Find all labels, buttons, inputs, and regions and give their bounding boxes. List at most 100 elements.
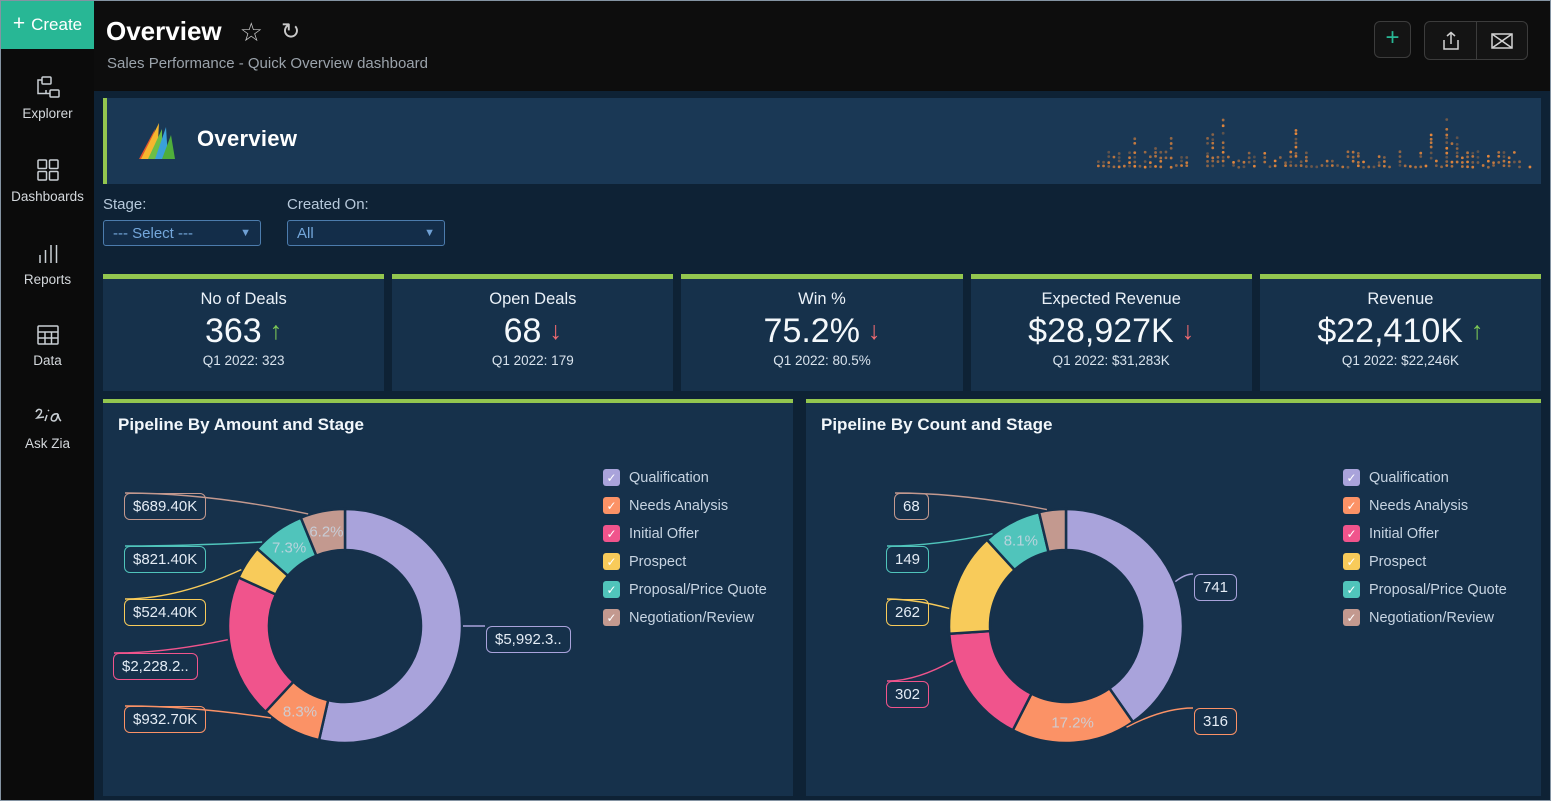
kpi-title: Revenue <box>1260 290 1541 309</box>
kpi-comparison: Q1 2022: 179 <box>392 353 673 368</box>
legend-item-proposal-price-quote[interactable]: ✓Proposal/Price Quote <box>1343 581 1507 598</box>
app-window: + Create Explorer Dashboards <box>0 0 1551 801</box>
dashboard-subtitle: Sales Performance - Quick Overview dashb… <box>107 55 428 72</box>
legend-checkbox-icon[interactable]: ✓ <box>1343 609 1360 626</box>
donut-slice-initial-offer[interactable] <box>949 631 1031 730</box>
add-widget-button[interactable]: + <box>1374 21 1411 58</box>
legend-checkbox-icon[interactable]: ✓ <box>1343 497 1360 514</box>
callout-proposal-price-quote: 149 <box>886 546 929 573</box>
chart-title: Pipeline By Amount and Stage <box>118 415 364 435</box>
sidebar-nav: Explorer Dashboards Reports <box>1 49 94 451</box>
callout-prospect: $524.40K <box>124 599 206 626</box>
chart-legend: ✓Qualification ✓Needs Analysis ✓Initial Of… <box>1343 469 1507 637</box>
callout-needs-analysis: $932.70K <box>124 706 206 733</box>
callout-leader-line <box>887 660 953 681</box>
legend-checkbox-icon[interactable]: ✓ <box>603 609 620 626</box>
callout-proposal-price-quote: $821.40K <box>124 546 206 573</box>
legend-checkbox-icon[interactable]: ✓ <box>603 497 620 514</box>
kpi-comparison: Q1 2022: $31,283K <box>971 353 1252 368</box>
kpi-value-row: $28,927K↓ <box>971 312 1252 351</box>
slice-percent-label: 6.2% <box>309 523 343 540</box>
legend-checkbox-icon[interactable]: ✓ <box>1343 553 1360 570</box>
chart-title: Pipeline By Count and Stage <box>821 415 1052 435</box>
stage-select[interactable]: --- Select --- ▼ <box>103 220 261 246</box>
legend-label: Negotiation/Review <box>1369 610 1494 626</box>
plus-icon: + <box>1385 24 1399 52</box>
kpi-card-no-of-deals[interactable]: No of Deals 363↑ Q1 2022: 323 <box>103 274 384 391</box>
kpi-value-row: 363↑ <box>103 312 384 351</box>
kpi-row: No of Deals363↑Q1 2022: 323Open Deals68↓… <box>103 274 1541 391</box>
kpi-value-row: 68↓ <box>392 312 673 351</box>
sidebar-item-explorer[interactable]: Explorer <box>1 75 94 121</box>
kpi-comparison: Q1 2022: 323 <box>103 353 384 368</box>
legend-checkbox-icon[interactable]: ✓ <box>603 553 620 570</box>
ask-zia-icon <box>33 405 63 429</box>
email-button[interactable] <box>1476 22 1527 59</box>
legend-item-negotiation-review[interactable]: ✓ Negotiation/Review <box>1343 609 1507 626</box>
sidebar-item-reports[interactable]: Reports <box>1 241 94 287</box>
created-on-select[interactable]: All ▼ <box>287 220 445 246</box>
callout-qualification: $5,992.3.. <box>486 626 571 653</box>
chevron-down-icon: ▼ <box>240 227 251 239</box>
legend-item-initial-offer[interactable]: ✓Initial Offer <box>1343 525 1507 542</box>
legend-checkbox-icon[interactable]: ✓ <box>1343 469 1360 486</box>
export-button[interactable] <box>1425 22 1476 59</box>
legend-checkbox-icon[interactable]: ✓ <box>603 469 620 486</box>
kpi-value-row: $22,410K ↑ <box>1260 312 1541 351</box>
donut-slice-qualification[interactable] <box>1066 509 1183 722</box>
legend-item-prospect[interactable]: ✓Prospect <box>1343 553 1507 570</box>
kpi-card-open-deals[interactable]: Open Deals68↓Q1 2022: 179 <box>392 274 673 391</box>
kpi-card-revenue[interactable]: Revenue $22,410K ↑ Q1 2022: $22,246K <box>1260 274 1541 391</box>
kpi-value: 363 <box>205 312 262 351</box>
legend-item-prospect[interactable]: ✓Prospect <box>603 553 767 570</box>
create-button[interactable]: + Create <box>1 1 94 49</box>
legend-item-initial-offer[interactable]: ✓Initial Offer <box>603 525 767 542</box>
kpi-value: $22,410K <box>1317 312 1463 351</box>
refresh-icon[interactable]: ↻ <box>281 20 300 43</box>
callout-initial-offer: 302 <box>886 681 929 708</box>
kpi-card-expected-revenue[interactable]: Expected Revenue$28,927K↓Q1 2022: $31,28… <box>971 274 1252 391</box>
trend-down-arrow-icon: ↓ <box>868 317 881 346</box>
legend-label: Proposal/Price Quote <box>629 582 767 598</box>
export-share-group <box>1424 21 1528 60</box>
trend-up-arrow-icon: ↑ <box>1471 317 1484 346</box>
sidebar-item-dashboards[interactable]: Dashboards <box>1 158 94 204</box>
legend-label: Negotiation/Review <box>629 610 754 626</box>
chart-body: Pipeline By Count and Stage17.2%8.1%7413… <box>806 403 1541 796</box>
legend-item-qualification[interactable]: ✓Qualification <box>1343 469 1507 486</box>
kpi-comparison: Q1 2022: $22,246K <box>1260 353 1541 368</box>
legend-item-needs-analysis[interactable]: ✓Needs Analysis <box>1343 497 1507 514</box>
legend-item-needs-analysis[interactable]: ✓Needs Analysis <box>603 497 767 514</box>
callout-qualification: 741 <box>1194 574 1237 601</box>
kpi-title: No of Deals <box>103 290 384 309</box>
filter-created-on: Created On: All ▼ <box>287 196 445 247</box>
trend-down-arrow-icon: ↓ <box>549 317 562 346</box>
trend-down-arrow-icon: ↓ <box>1182 317 1195 346</box>
favorite-star-icon[interactable]: ☆ <box>240 19 263 45</box>
legend-checkbox-icon[interactable]: ✓ <box>603 581 620 598</box>
filter-label: Stage: <box>103 196 261 213</box>
stage-select-value: --- Select --- <box>113 225 240 242</box>
sidebar-item-data[interactable]: Data <box>1 324 94 368</box>
legend-checkbox-icon[interactable]: ✓ <box>603 525 620 542</box>
callout-leader-line <box>887 534 993 546</box>
legend-item-proposal-price-quote[interactable]: ✓ Proposal/Price Quote <box>603 581 767 598</box>
slice-percent-label: 8.3% <box>283 703 317 720</box>
legend-item-qualification[interactable]: ✓Qualification <box>603 469 767 486</box>
legend-checkbox-icon[interactable]: ✓ <box>1343 581 1360 598</box>
plus-icon: + <box>13 12 25 36</box>
sidebar-item-ask-zia[interactable]: Ask Zia <box>1 405 94 451</box>
dashboard-banner: Overview <box>103 98 1541 184</box>
legend-item-negotiation-review[interactable]: ✓ Negotiation/Review <box>603 609 767 626</box>
email-icon <box>1490 31 1514 51</box>
dynamics-logo-icon <box>135 119 181 163</box>
chart-legend: ✓Qualification ✓Needs Analysis ✓Initial Of… <box>603 469 767 637</box>
data-icon <box>36 324 60 346</box>
banner-dots-decoration <box>1095 106 1535 176</box>
donut-slice-initial-offer[interactable] <box>228 577 293 711</box>
slice-percent-label: 8.1% <box>1004 533 1038 550</box>
legend-checkbox-icon[interactable]: ✓ <box>1343 525 1360 542</box>
callout-negotiation-review: $689.40K <box>124 493 206 520</box>
chart-panel-count: Pipeline By Count and Stage17.2%8.1%7413… <box>806 399 1541 796</box>
kpi-card-win-[interactable]: Win %75.2%↓Q1 2022: 80.5% <box>681 274 962 391</box>
